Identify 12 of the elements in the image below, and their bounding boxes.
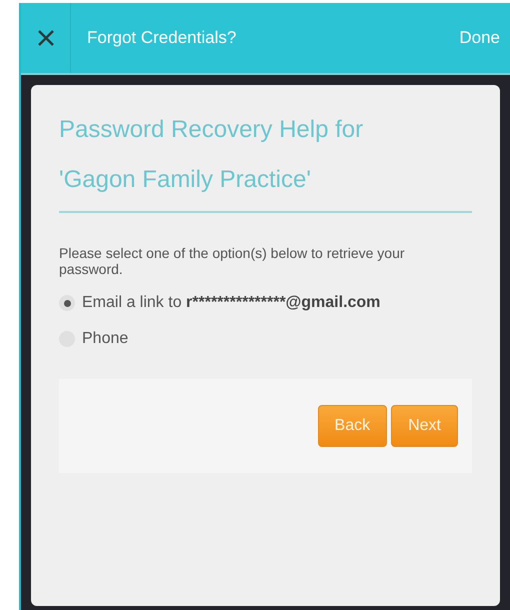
radio-button[interactable] [59, 295, 75, 311]
header-title: Forgot Credentials? [87, 27, 238, 50]
radio-label: Phone [82, 329, 128, 349]
recovery-heading: Password Recovery Help for 'Gagon Family Practice' [59, 115, 364, 195]
close-icon [36, 29, 54, 47]
nav-button[interactable]: Back [318, 405, 388, 447]
radio-option[interactable]: Email a link to r***************@gmail.com [59, 291, 472, 315]
radio-option[interactable]: Phone [59, 327, 472, 351]
instruction-text: Please select one of the option(s) below to retrieve your password. [59, 245, 406, 277]
radio-label: Email a link to r***************@gmail.com [82, 293, 380, 313]
nav-button[interactable]: Next [391, 405, 458, 447]
done-button[interactable]: Done [459, 25, 510, 51]
